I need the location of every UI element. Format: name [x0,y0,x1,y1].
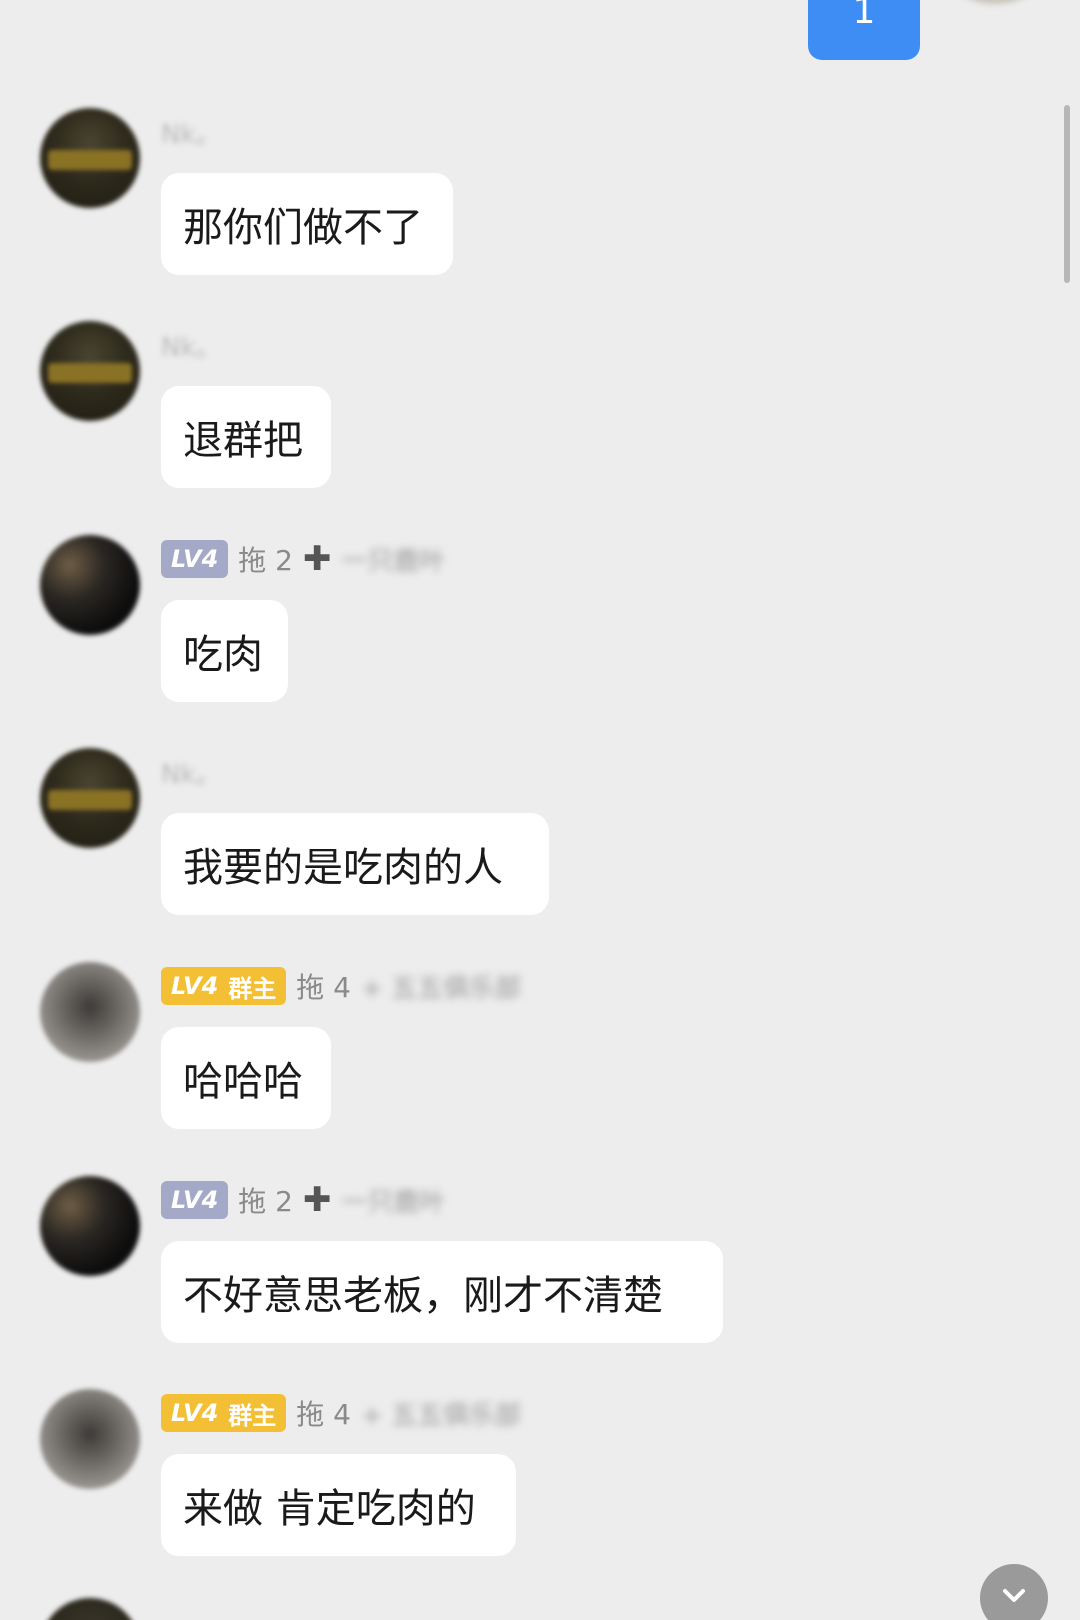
message-text: 我要的是吃肉的人 [183,845,503,891]
sender-name-row: LV4 群主 拖 4 + 五五俱乐部 [161,1393,521,1433]
message-bubble[interactable]: 那你们做不了 [161,173,453,275]
plus-icon: ✚ [302,1180,332,1220]
sender-name-suffix: 一只鹿叶 [341,546,446,577]
sender-avatar[interactable] [40,535,140,635]
message-text: 那你们做不了 [183,205,423,251]
sender-name-suffix: 一只鹿叶 [341,1187,446,1218]
sender-nickname: 拖 2 [238,544,293,577]
message-text: 不好意思老板，刚才不清楚 [183,1273,663,1319]
message-bubble[interactable]: 来做 肯定吃肉的 [161,1454,516,1556]
sender-name-row: Nk。 [161,325,222,365]
scroll-to-bottom-button[interactable] [980,1564,1048,1620]
sender-nickname: 拖 2 [238,1185,293,1218]
message-text: 退群把 [183,418,303,464]
sender-avatar[interactable] [40,108,140,208]
sender-avatar[interactable] [40,321,140,421]
sender-name: Nk。 [161,759,222,790]
sender-name-row: LV4 群主 拖 4 + 五五俱乐部 [161,966,521,1006]
outgoing-message-bubble[interactable]: 1 [808,0,920,60]
owner-role-text: 群主 [228,974,277,1003]
sender-avatar[interactable] [40,1176,140,1276]
level-badge-text: LV4 [171,1399,219,1427]
sender-avatar[interactable] [40,1598,140,1620]
message-bubble[interactable]: 不好意思老板，刚才不清楚 [161,1241,723,1343]
sender-nickname: 拖 4 [296,971,351,1004]
owner-level-badge: LV4 群主 [161,967,287,1005]
message-text: 哈哈哈 [183,1059,303,1105]
sender-avatar[interactable] [40,748,140,848]
sender-avatar[interactable] [40,1389,140,1489]
level-badge-text: LV4 [171,972,219,1000]
message-text: 来做 肯定吃肉的 [183,1486,476,1532]
sender-name-row: LV4 拖 2 ✚ 一只鹿叶 [161,539,446,579]
scrollbar-thumb[interactable] [1064,105,1070,283]
sender-name: Nk。 [161,332,222,363]
sender-name-row: Nk。 [161,752,222,792]
owner-level-badge: LV4 群主 [161,1394,287,1432]
message-text: 吃肉 [183,632,263,678]
message-bubble[interactable]: 吃肉 [161,600,288,702]
sender-name: Nk。 [161,119,222,150]
level-badge: LV4 [161,1181,229,1219]
sender-name-suffix: + 五五俱乐部 [360,1400,522,1431]
message-bubble[interactable]: 退群把 [161,386,331,488]
owner-role-text: 群主 [228,1401,277,1430]
self-avatar[interactable] [955,0,1035,4]
outgoing-message-text: 1 [852,0,876,32]
chevron-down-icon [996,1578,1032,1618]
chat-screen: 1 Nk。 那你们做不了 Nk。 退群把 LV4 拖 2 ✚ 一只鹿叶 吃肉 N… [0,0,1080,1620]
sender-name-row: LV4 拖 2 ✚ 一只鹿叶 [161,1180,446,1220]
plus-icon: ✚ [302,539,332,579]
sender-name-row: Nk。 [161,112,222,152]
sender-avatar[interactable] [40,962,140,1062]
sender-name-suffix: + 五五俱乐部 [360,973,522,1004]
level-badge: LV4 [161,540,229,578]
sender-nickname: 拖 4 [296,1398,351,1431]
message-bubble[interactable]: 我要的是吃肉的人 [161,813,549,915]
message-bubble[interactable]: 哈哈哈 [161,1027,331,1129]
